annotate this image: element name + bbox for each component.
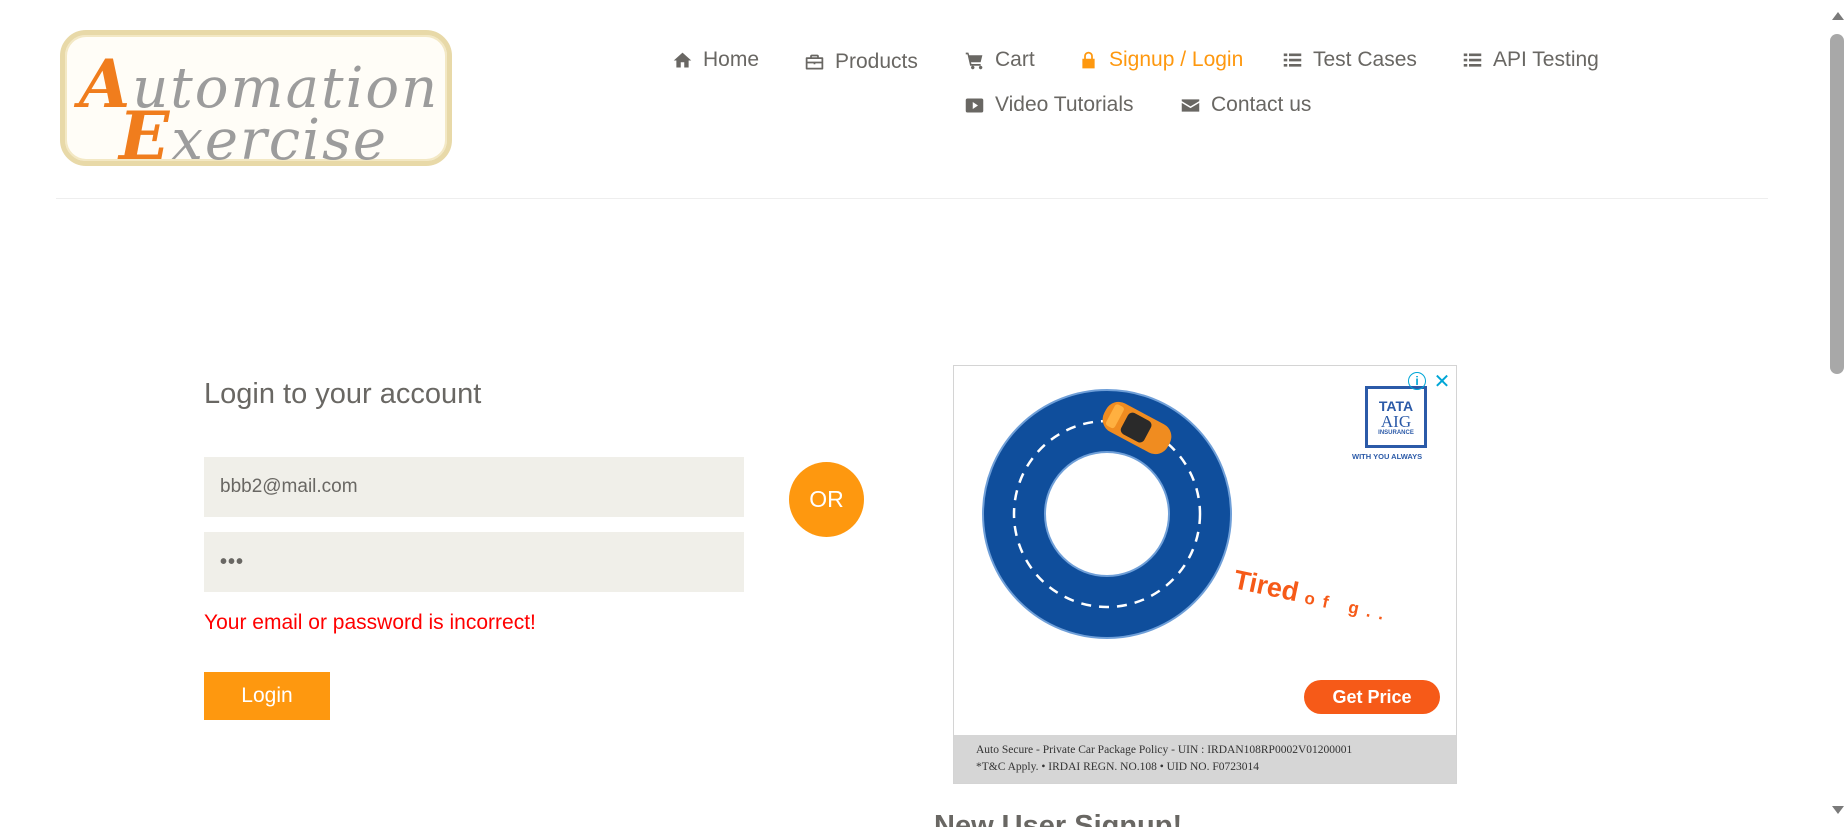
ad-tagline: WITH YOU ALWAYS — [1352, 452, 1423, 461]
ad-footer: Auto Secure - Private Car Package Policy… — [954, 735, 1456, 783]
nav-video-tutorials-label: Video Tutorials — [995, 93, 1134, 116]
page-scrollbar[interactable] — [1826, 0, 1848, 827]
nav-signup-login-label: Signup / Login — [1109, 48, 1244, 71]
nav-home-label: Home — [703, 48, 760, 71]
nav-api-testing-label: API Testing — [1493, 48, 1599, 71]
advertisement[interactable]: TATA AIG INSURANCE WITH YOU ALWAYS Tired… — [953, 365, 1457, 784]
header-divider — [56, 198, 1768, 199]
list-icon — [1463, 53, 1482, 67]
cart-icon — [965, 52, 983, 69]
nav-contact-us[interactable]: Contact us — [1180, 90, 1311, 120]
scrollbar-thumb[interactable] — [1830, 34, 1844, 374]
nav-cart[interactable]: Cart — [964, 45, 1035, 75]
main-nav: Home Products Cart Signup / Login Test C… — [0, 0, 1848, 200]
scroll-down-arrow-icon[interactable] — [1832, 806, 1844, 814]
email-field[interactable]: bbb2@mail.com — [204, 457, 744, 517]
scroll-up-arrow-icon[interactable] — [1832, 12, 1844, 20]
ad-get-price-button[interactable]: Get Price — [1304, 680, 1440, 714]
close-icon[interactable]: ✕ — [1432, 371, 1452, 393]
youtube-play-icon — [965, 98, 984, 112]
nav-video-tutorials[interactable]: Video Tutorials — [964, 90, 1134, 120]
login-button[interactable]: Login — [204, 672, 330, 720]
signup-title: New User Signup! — [934, 810, 1183, 827]
or-divider: OR — [789, 462, 864, 537]
login-error-message: Your email or password is incorrect! — [204, 611, 536, 634]
nav-api-testing[interactable]: API Testing — [1462, 45, 1599, 75]
lock-icon — [1082, 51, 1095, 68]
nav-signup-login[interactable]: Signup / Login — [1078, 45, 1243, 75]
nav-test-cases[interactable]: Test Cases — [1282, 45, 1417, 75]
info-icon[interactable]: i — [1408, 372, 1426, 390]
nav-products-label: Products — [835, 50, 918, 73]
home-icon — [673, 52, 692, 67]
nav-test-cases-label: Test Cases — [1313, 48, 1417, 71]
ad-brand-logo: TATA AIG INSURANCE — [1365, 386, 1427, 448]
nav-cart-label: Cart — [995, 48, 1035, 71]
password-field[interactable]: ••• — [204, 532, 744, 592]
list-icon — [1283, 53, 1302, 67]
nav-contact-us-label: Contact us — [1211, 93, 1312, 116]
login-title: Login to your account — [204, 378, 482, 410]
briefcase-icon — [805, 54, 824, 69]
ad-footer-line-1: Auto Secure - Private Car Package Policy… — [976, 744, 1353, 756]
nav-products[interactable]: Products — [804, 47, 918, 77]
email-value: bbb2@mail.com — [220, 476, 358, 497]
envelope-icon — [1181, 98, 1200, 112]
nav-home[interactable]: Home — [672, 45, 759, 75]
password-value: ••• — [220, 550, 245, 573]
ad-footer-line-2: *T&C Apply. • IRDAI REGN. NO.108 • UID N… — [976, 761, 1259, 773]
